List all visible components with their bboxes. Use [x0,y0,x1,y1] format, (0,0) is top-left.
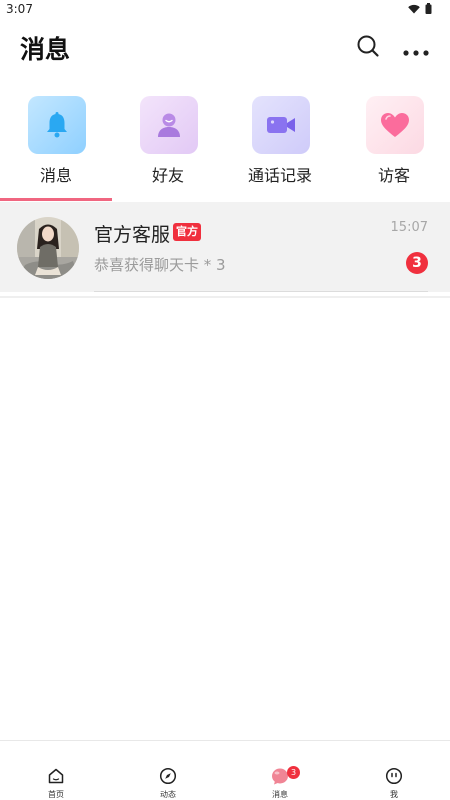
tab-messages[interactable]: 消息 [0,96,112,202]
conversation-row[interactable]: 官方客服 官方 15:07 恭喜获得聊天卡 * 3 3 [0,202,450,292]
avatar [17,217,79,279]
unread-count-badge: 3 [406,252,428,274]
status-icons [408,3,432,14]
official-badge: 官方 [173,223,201,241]
tab-friends[interactable]: 好友 [112,96,224,202]
more-icon [403,50,429,56]
tab-label: 通话记录 [247,166,312,185]
compass-icon [159,767,177,785]
nav-label: 消息 [272,790,288,799]
tabs-divider [0,296,450,298]
tab-messages-icon-box [28,96,86,154]
tab-label: 访客 [377,166,410,185]
more-button[interactable] [402,42,430,56]
video-camera-icon [267,117,295,133]
status-time: 3:07 [6,2,33,16]
person-icon [158,113,180,137]
home-icon [48,768,64,784]
page-title: 消息 [20,35,71,64]
nav-unread-badge: 3 [287,766,300,779]
nav-profile[interactable]: 我 [338,741,450,800]
conversation-preview: 恭喜获得聊天卡 * 3 [94,256,226,274]
nav-feed[interactable]: 动态 [112,741,224,800]
bell-icon [47,112,67,138]
header: 消息 [0,28,450,68]
tab-visitors[interactable]: 访客 [338,96,450,202]
battery-icon [425,3,432,14]
tab-label: 消息 [39,166,72,185]
status-bar: 3:07 [0,0,450,18]
tab-visitors-icon-box [366,96,424,154]
tab-call-history[interactable]: 通话记录 [224,96,336,202]
nav-label: 首页 [48,790,64,799]
bottom-nav: 首页 动态 消息 3 我 [0,740,450,800]
nav-label: 动态 [160,790,176,799]
nav-messages[interactable]: 消息 [224,741,336,800]
nav-home[interactable]: 首页 [0,741,112,800]
conversation-time: 15:07 [390,220,428,235]
conversation-name: 官方客服 [94,224,171,246]
tab-label: 好友 [151,166,184,185]
tab-friends-icon-box [140,96,198,154]
profile-face-icon [385,767,403,785]
search-button[interactable] [356,34,380,58]
nav-label: 我 [390,790,398,799]
heart-icon [381,113,409,137]
search-icon [357,35,379,57]
wifi-icon [408,4,420,13]
active-tab-indicator [0,198,112,201]
row-divider [94,291,428,292]
category-tabs: 消息 好友 通话记录 访客 [0,96,450,298]
tab-call-history-icon-box [252,96,310,154]
